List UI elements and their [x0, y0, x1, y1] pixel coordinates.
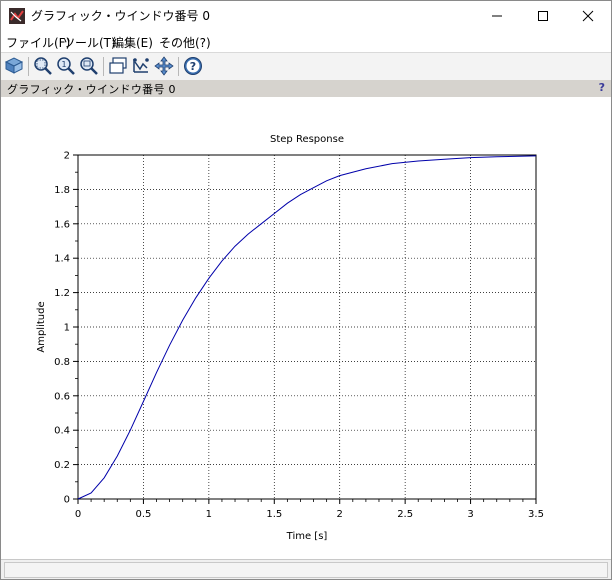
x-tick-label: 0 [75, 509, 81, 520]
rotate-icon[interactable] [4, 56, 24, 76]
y-tick-label: 2 [64, 151, 70, 162]
y-tick-label: 0.8 [54, 357, 70, 368]
x-tick-label: 2.5 [397, 509, 413, 520]
zoom-out-icon[interactable] [79, 56, 99, 76]
close-button[interactable] [565, 1, 611, 31]
zoom-original-icon[interactable]: 1 [56, 56, 76, 76]
toolbar-separator [178, 57, 179, 76]
datatip-icon[interactable] [108, 56, 128, 76]
x-tick-label: 3.5 [528, 509, 544, 520]
toolbar-separator [103, 57, 104, 76]
document-help-button[interactable]: ? [599, 81, 605, 94]
edit-axes-icon[interactable] [131, 56, 151, 76]
x-tick-label: 1 [206, 509, 212, 520]
x-tick-label: 2 [337, 509, 343, 520]
menu-other[interactable]: その他(?) [159, 34, 211, 51]
y-axis-label: Amplitude [36, 301, 47, 352]
x-tick-label: 0.5 [135, 509, 151, 520]
plot-canvas[interactable]: Step Response 0 0.5 1 1.5 2 2.5 3 3.5 0 0.2 0.4 0.6… [1, 97, 611, 559]
y-tick-label: 1.4 [54, 254, 70, 265]
close-icon [582, 10, 594, 22]
y-tick-label: 0 [64, 495, 70, 506]
x-axis-label: Time [s] [286, 531, 328, 542]
menu-bar: ファイル(F) ツール(T) 編集(E) その他(?) [1, 31, 611, 52]
status-bar [1, 559, 611, 579]
status-text-field [4, 562, 608, 578]
window-title: グラフィック・ウインドウ番号 0 [31, 9, 210, 23]
x-tick-label: 3 [467, 509, 473, 520]
y-tick-label: 1.2 [54, 288, 70, 299]
y-tick-label: 1.6 [54, 219, 70, 230]
x-tick-label: 1.5 [266, 509, 282, 520]
menu-file[interactable]: ファイル(F) [6, 34, 70, 51]
y-tick-label: 0.4 [54, 426, 70, 437]
maximize-button[interactable] [520, 1, 566, 31]
step-response-chart: Step Response 0 0.5 1 1.5 2 2.5 3 3.5 0 0.2 0.4 0.6… [36, 134, 544, 542]
maximize-icon [538, 11, 548, 21]
menu-edit[interactable]: 編集(E) [112, 34, 153, 51]
y-tick-label: 0.2 [54, 460, 70, 471]
help-icon[interactable]: ? [183, 56, 203, 76]
document-title: グラフィック・ウインドウ番号 0 [7, 83, 176, 96]
svg-text:1: 1 [61, 60, 66, 69]
minimize-button[interactable] [474, 1, 520, 31]
zoom-in-icon[interactable] [33, 56, 53, 76]
title-bar: グラフィック・ウインドウ番号 0 [1, 1, 611, 31]
toolbar: 1 ? [1, 52, 611, 81]
scilab-app-icon [9, 8, 25, 24]
y-tick-label: 1.8 [54, 185, 70, 196]
series-line [77, 155, 537, 500]
document-bar: グラフィック・ウインドウ番号 0 ? [1, 80, 611, 97]
svg-text:?: ? [190, 60, 196, 73]
y-tick-label: 0.6 [54, 391, 70, 402]
menu-tools[interactable]: ツール(T) [63, 34, 116, 51]
graphic-window: グラフィック・ウインドウ番号 0 ファイル(F) ツール(T) 編集(E) その… [0, 0, 612, 580]
y-tick-label: 1 [64, 323, 70, 334]
minimize-icon [492, 15, 502, 17]
pan-icon[interactable] [154, 56, 174, 76]
grid-lines [78, 155, 536, 499]
chart-title: Step Response [270, 134, 344, 145]
toolbar-separator [28, 57, 29, 76]
